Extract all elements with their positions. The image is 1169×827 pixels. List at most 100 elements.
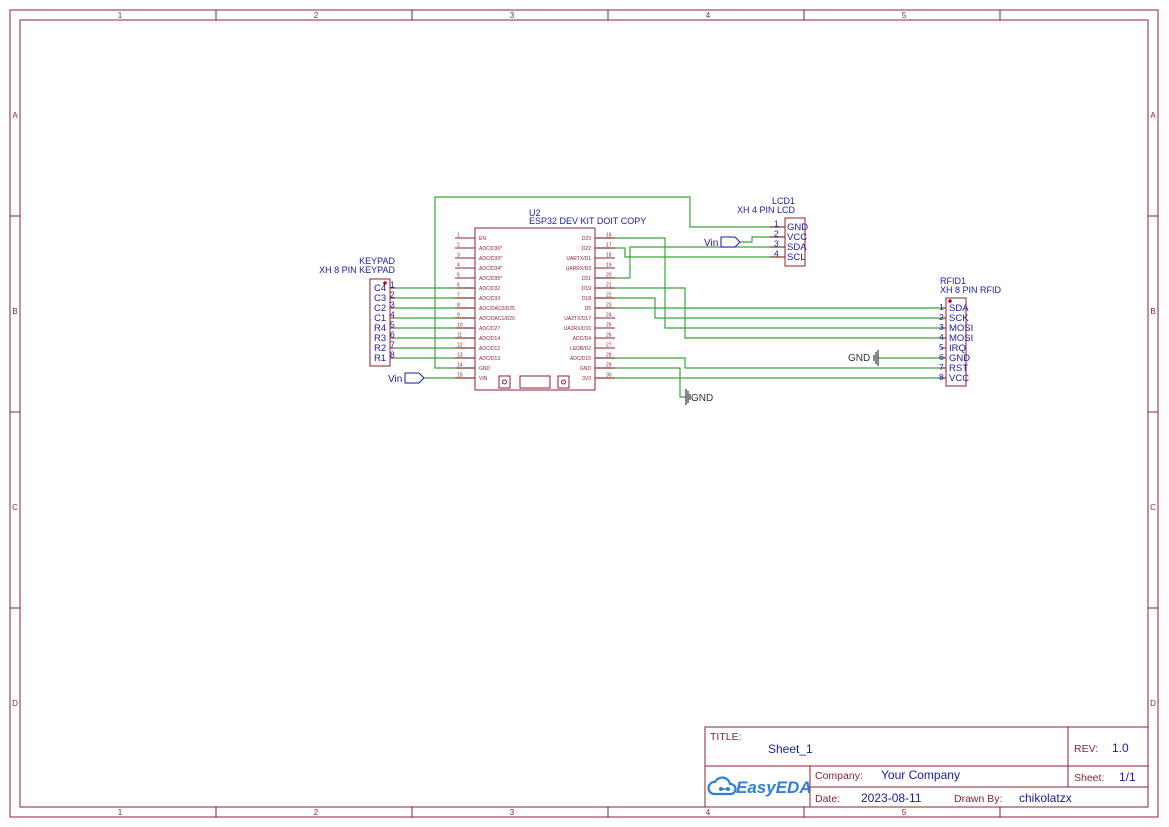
rfid-pin-number: 6: [939, 352, 944, 362]
sheet-frame: [9, 9, 1159, 818]
column-label: 2: [314, 808, 319, 817]
vin-label-text: Vin: [704, 238, 718, 249]
esp32-pin-name: D5: [585, 306, 592, 312]
esp32-pin-name: UA2RX/D16: [564, 326, 591, 332]
lcd-part-name: XH 4 PIN LCD: [737, 205, 796, 215]
wire-rfid-mosi: [595, 237, 945, 329]
rfid-pin-number: 4: [939, 332, 944, 342]
rfid-pin-number: 1: [939, 302, 944, 312]
lcd-pin-number: 2: [774, 229, 779, 239]
esp32-pin-name: EN: [479, 236, 486, 242]
row-label: D: [1150, 699, 1156, 708]
lcd-pin-number: 1: [774, 219, 779, 229]
esp32-pin-number: 6: [457, 283, 460, 289]
column-label: 3: [510, 808, 515, 817]
drawn-by-value: chikolatzx: [1019, 791, 1072, 805]
esp32-pin-name: 3V3: [582, 376, 591, 382]
esp32-pin-number: 9: [457, 313, 460, 319]
esp32-pin-name: D22: [582, 246, 591, 252]
keypad-pin-number: 5: [390, 320, 395, 330]
company-value: Your Company: [881, 768, 960, 782]
gnd-label-text: GND: [848, 353, 870, 364]
column-label: 5: [902, 808, 907, 817]
row-label: B: [1150, 307, 1155, 316]
date-label: Date:: [815, 793, 840, 805]
date-value: 2023-08-11: [861, 791, 922, 805]
title-block: TITLE: Sheet_1 REV: 1.0 Company: Your Co…: [704, 726, 1149, 808]
esp32-pin-name: ADC/D12: [479, 346, 500, 352]
row-label: A: [1150, 111, 1156, 120]
sheet-label: Sheet:: [1074, 772, 1104, 784]
frame-row-labels: A B C D A B C D: [12, 111, 1156, 708]
esp32-pin-name: VIN: [479, 376, 488, 382]
column-label: 4: [706, 11, 711, 20]
esp32-pin-name: GND: [580, 366, 592, 372]
esp32-pin-name: D21: [582, 276, 591, 282]
esp32-pin-number: 2: [457, 243, 460, 249]
esp32-pin-name: ADC/D15: [570, 356, 591, 362]
keypad-pin-number: 4: [390, 310, 395, 320]
esp32-pin-name: ADC/DAC1/D26: [479, 316, 515, 322]
vin-label-esp[interactable]: Vin: [388, 372, 425, 385]
esp32-pin-name: UA2TX/D17: [564, 316, 591, 322]
esp32-pin-name: ADC/D27: [479, 326, 500, 332]
esp32-pin-number: 5: [457, 273, 460, 279]
esp32-pin-number: 28: [606, 353, 612, 359]
esp32-part-name: ESP32 DEV KIT DOIT COPY: [529, 216, 646, 226]
gnd-symbol-esp[interactable]: GND: [685, 389, 713, 405]
keypad-pin-number: 2: [390, 290, 395, 300]
esp32-pin-number: 20: [606, 273, 612, 279]
lcd-pin-name: SCL: [787, 252, 805, 263]
row-label: B: [12, 307, 17, 316]
keypad-pin-number: 7: [390, 340, 395, 350]
row-label: C: [1150, 503, 1156, 512]
esp32-pin-number: 10: [457, 323, 463, 329]
wire-lcd-sda: [595, 247, 787, 258]
rfid-pin-name: VCC: [949, 373, 969, 384]
wire-rfid-rst: [595, 357, 945, 369]
esp32-pin-number: 13: [457, 353, 463, 359]
column-label: 1: [118, 11, 123, 20]
gnd-symbol-rfid[interactable]: GND: [848, 350, 879, 366]
frame-column-labels: 1 2 3 4 5 1 2 3 4 5: [118, 11, 907, 817]
esp32-pin-number: 4: [457, 263, 460, 269]
esp32-module[interactable]: U2 ESP32 DEV KIT DOIT COPY 1EN2ADC/D36*3…: [455, 208, 646, 391]
column-label: 5: [902, 11, 907, 20]
esp32-pin-number: 25: [606, 323, 612, 329]
rfid-pin-number: 5: [939, 342, 944, 352]
esp32-pin-number: 27: [606, 343, 612, 349]
lcd-connector[interactable]: LCD1 XH 4 PIN LCD 1 GND2 VCC3 SDA4 SCL: [737, 196, 808, 267]
rfid-part-name: XH 8 PIN RFID: [940, 285, 1002, 295]
title-value: Sheet_1: [768, 742, 813, 756]
keypad-connector[interactable]: KEYPAD XH 8 PIN KEYPAD 1C42C33C24C15R46R…: [319, 256, 395, 367]
cloud-icon: [707, 776, 737, 796]
rfid-pin-number: 3: [939, 322, 944, 332]
easyeda-logo: EasyEDA: [707, 776, 812, 797]
keypad-part-name: XH 8 PIN KEYPAD: [319, 265, 395, 275]
esp32-pin-number: 8: [457, 303, 460, 309]
lcd-pin-number: 3: [774, 239, 779, 249]
rfid-pin-number: 2: [939, 312, 944, 322]
esp32-pin-name: ADC/D32: [479, 286, 500, 292]
drawn-by-label: Drawn By:: [954, 793, 1002, 805]
vin-label-lcd[interactable]: Vin: [704, 236, 741, 249]
esp32-pin-name: ADC/D35*: [479, 276, 502, 282]
esp32-pin-name: ADC/DAC0/D25: [479, 306, 515, 312]
keypad-pin-number: 6: [390, 330, 395, 340]
esp32-pin-number: 14: [457, 363, 463, 369]
wire-rfid-miso: [595, 287, 945, 339]
rfid-connector[interactable]: RFID1 XH 8 PIN RFID 1 SDA2 SCK3 MOSI4 MOSI5 I…: [939, 276, 1002, 387]
esp32-pin-number: 23: [606, 303, 612, 309]
esp32-pin-number: 18: [606, 253, 612, 259]
row-label: A: [12, 111, 18, 120]
keypad-pin-number: 8: [390, 350, 395, 360]
esp32-pin-number: 26: [606, 333, 612, 339]
esp32-pin-number: 1: [457, 233, 460, 239]
row-label: D: [12, 699, 18, 708]
company-label: Company:: [815, 770, 863, 782]
sheet-value: 1/1: [1119, 770, 1136, 784]
esp32-pin-name: GND: [479, 366, 491, 372]
esp32-pin-number: 7: [457, 293, 460, 299]
esp32-pin-number: 11: [457, 333, 462, 339]
esp32-pin-name: LEDB/D2: [570, 346, 591, 352]
